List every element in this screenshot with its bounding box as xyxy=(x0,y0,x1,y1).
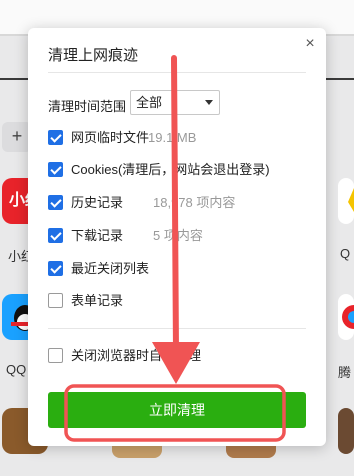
option-meta: 19.1 MB xyxy=(148,130,197,145)
chevron-down-icon xyxy=(205,100,213,105)
checkbox[interactable] xyxy=(48,130,63,145)
checkbox[interactable] xyxy=(48,228,63,243)
app-label: QQ xyxy=(6,362,27,377)
checkbox[interactable] xyxy=(48,293,63,308)
app-icon-tencent[interactable] xyxy=(338,294,354,340)
checkbox[interactable] xyxy=(48,348,63,363)
option-meta: 5 项内容 xyxy=(153,228,203,243)
app-icon-star[interactable] xyxy=(338,178,354,224)
option-label: 最近关闭列表 xyxy=(71,261,150,276)
option-label: 表单记录 xyxy=(71,293,124,308)
checkbox[interactable] xyxy=(48,261,63,276)
option-label: 关闭浏览器时自动清理 xyxy=(71,348,202,363)
app-label: 腾 xyxy=(338,365,352,380)
option-label: 历史记录 xyxy=(71,195,124,210)
app-label: Q xyxy=(340,246,351,261)
checkbox[interactable] xyxy=(48,162,63,177)
time-range-label: 清理时间范围 xyxy=(48,99,127,114)
tencent-icon xyxy=(342,305,354,329)
time-range-value: 全部 xyxy=(136,95,163,110)
dialog-title: 清理上网痕迹 xyxy=(48,47,139,64)
time-range-select[interactable]: 全部 xyxy=(130,90,220,115)
option-label: Cookies(清理后，网站会退出登录) xyxy=(71,162,270,177)
divider xyxy=(48,328,306,329)
option-meta: 18,978 项内容 xyxy=(153,195,236,210)
option-label: 网页临时文件 xyxy=(71,130,150,145)
divider xyxy=(48,72,306,73)
close-icon[interactable]: × xyxy=(302,36,318,52)
star-icon xyxy=(348,188,354,212)
option-label: 下载记录 xyxy=(71,228,124,243)
checkbox[interactable] xyxy=(48,195,63,210)
app-icon-game[interactable] xyxy=(338,408,354,454)
clear-browsing-data-dialog: 清理上网痕迹 × 清理时间范围 全部 网页临时文件 19.1 MB Cookie… xyxy=(28,28,326,446)
clean-now-button[interactable]: 立即清理 xyxy=(48,392,306,428)
